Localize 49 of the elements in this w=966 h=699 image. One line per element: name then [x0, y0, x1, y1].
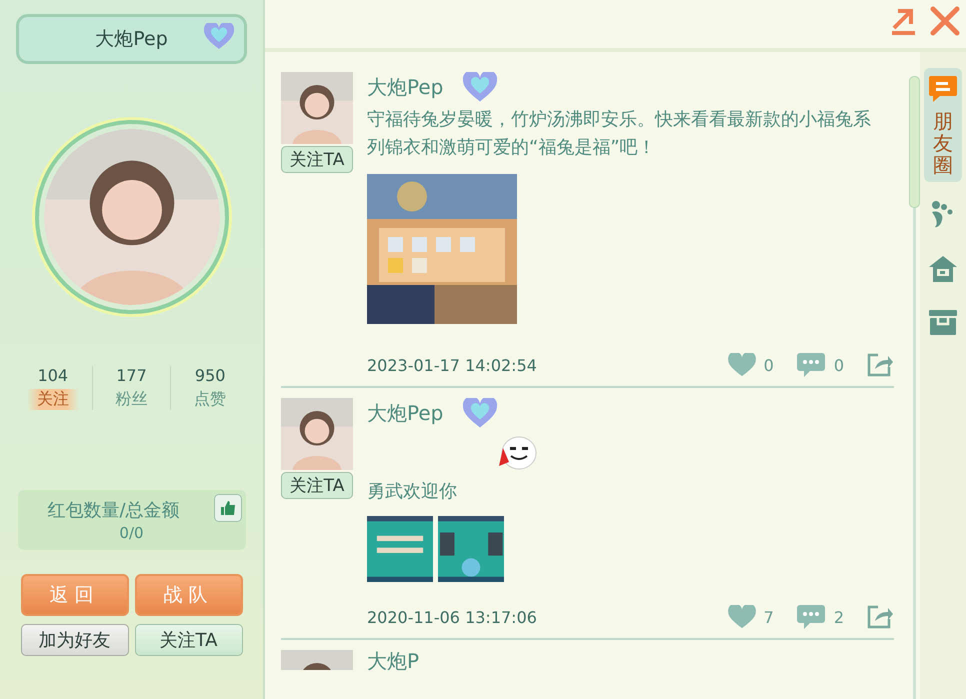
- follow-button[interactable]: 关注TA: [281, 472, 353, 499]
- scrollbar-thumb[interactable]: [908, 76, 920, 208]
- author-name[interactable]: 大炮Pep: [367, 74, 444, 100]
- packet-total-label: 红包数量/总金额: [47, 499, 181, 522]
- heart-like-icon[interactable]: [728, 605, 756, 629]
- stat-label[interactable]: 粉丝: [106, 389, 158, 410]
- heart-icon: [463, 72, 498, 102]
- avatar-figure: [281, 72, 353, 144]
- comment-count: 2: [834, 608, 844, 626]
- heart-icon: [463, 398, 498, 428]
- house-icon: [928, 254, 958, 284]
- thumbs-up-icon: [220, 500, 236, 516]
- action-button[interactable]: 返回: [20, 574, 128, 616]
- follow-button[interactable]: 关注TA: [134, 624, 242, 656]
- close-icon: [930, 6, 960, 36]
- packet-total-value: 0/0: [119, 524, 144, 542]
- action-button[interactable]: 战队: [134, 574, 242, 616]
- heart-like-icon[interactable]: [728, 353, 756, 377]
- stat-value: 177: [116, 366, 147, 385]
- stat-value: 950: [194, 366, 226, 385]
- storage-box-icon: [928, 308, 958, 336]
- post-text: 守福待兔岁晏暖，竹炉汤沸即安乐。快来看看最新款的小福兔系列锦衣和激萌可爱的“福兔是福”吧！: [367, 108, 872, 160]
- author-name[interactable]: 大炮Pep: [367, 400, 444, 426]
- post-time: 2020-11-06 13:17:06: [367, 608, 538, 626]
- stat-label[interactable]: 关注: [26, 389, 79, 410]
- like-count: 0: [764, 356, 774, 374]
- thumbs-up-button[interactable]: [214, 494, 242, 522]
- comment-icon[interactable]: [796, 604, 826, 630]
- share-icon[interactable]: [866, 604, 894, 630]
- avatar[interactable]: [281, 650, 353, 670]
- add-friend-button[interactable]: 加为好友: [20, 624, 128, 656]
- avatar[interactable]: [281, 72, 353, 144]
- avatar-figure: [281, 398, 353, 470]
- follow-button[interactable]: 关注TA: [281, 146, 353, 173]
- avatar[interactable]: [281, 398, 353, 470]
- close-button[interactable]: [930, 6, 960, 36]
- moments-tab[interactable]: 朋友圈: [924, 68, 962, 182]
- comment-icon[interactable]: [796, 352, 826, 378]
- post-text: 勇武欢迎你: [367, 480, 458, 504]
- share-icon[interactable]: [866, 352, 894, 378]
- like-count: 7: [764, 608, 774, 626]
- chat-bubble-icon: [928, 74, 958, 104]
- profile-name: 大炮Pep: [95, 27, 168, 52]
- post-time: 2023-01-17 14:02:54: [367, 356, 538, 374]
- author-name[interactable]: 大炮P: [367, 650, 420, 672]
- stat-value: 104: [38, 366, 68, 385]
- heart-icon: [204, 23, 234, 50]
- stat-label[interactable]: 点赞: [184, 389, 236, 410]
- comment-count: 0: [834, 356, 844, 374]
